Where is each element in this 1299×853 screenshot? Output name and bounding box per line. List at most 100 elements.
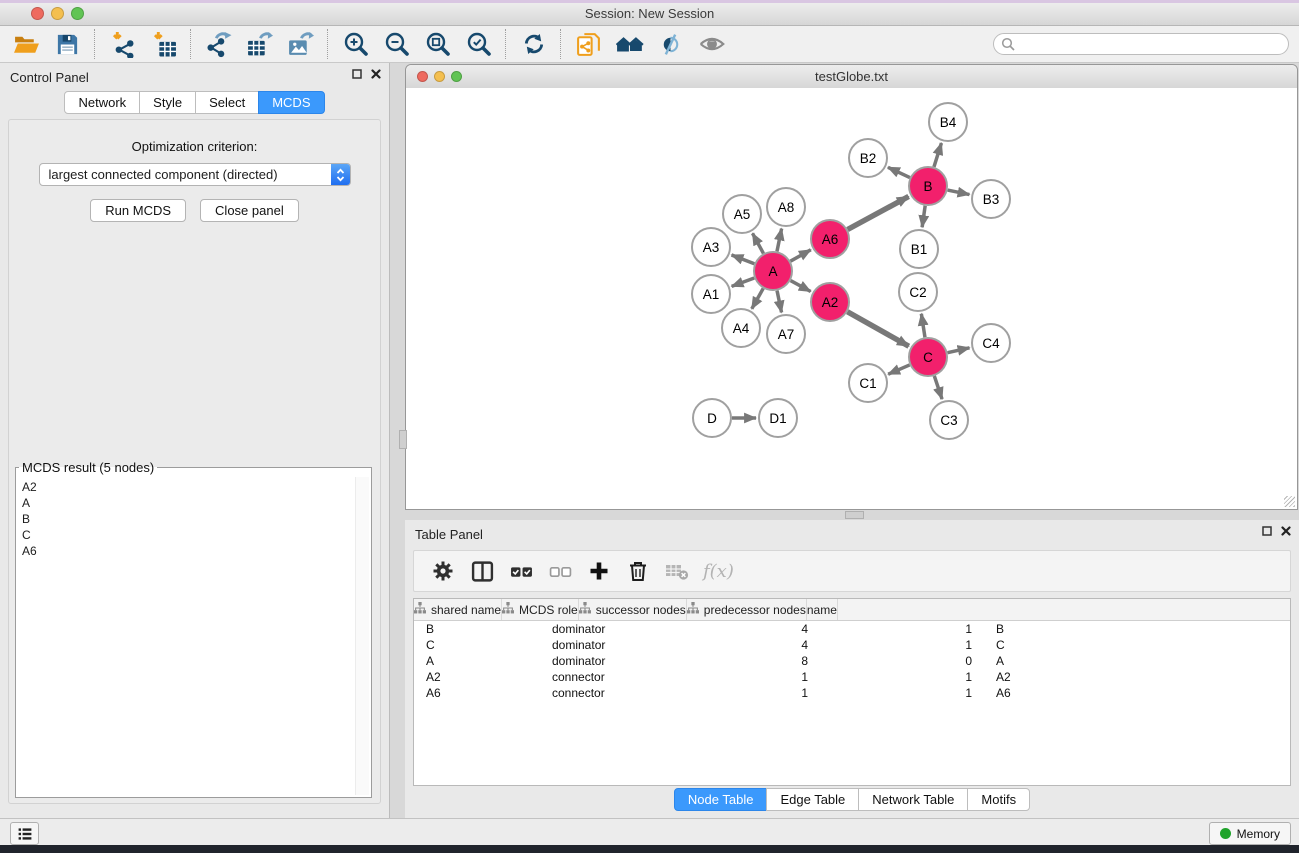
table-row[interactable]: A dominator 8 0 A [414,653,1290,669]
edge-C-C1[interactable] [888,365,909,374]
memory-label: Memory [1237,827,1280,841]
horizontal-splitter-handle[interactable] [845,511,864,519]
search-input[interactable] [993,33,1289,55]
edge-A-A1[interactable] [732,278,755,286]
edge-A-A6[interactable] [790,250,810,261]
column-header-label: MCDS role [519,603,578,617]
vertical-splitter-handle[interactable] [399,430,407,449]
mcds-result-list: A2ABCA6 [18,477,355,795]
save-session-button[interactable] [47,28,88,60]
edge-B-B4[interactable] [934,143,941,167]
export-network-icon [205,31,232,58]
column-header[interactable]: predecessor nodes [687,599,807,620]
cell-shared-name: C [414,638,544,652]
delete-column-button[interactable] [623,556,653,586]
column-header[interactable]: name [807,599,838,620]
zoom-out-icon [384,31,410,57]
export-network-button[interactable] [198,28,239,60]
table-row[interactable]: A2 connector 1 1 A2 [414,669,1290,685]
table-row[interactable]: B dominator 4 1 B [414,621,1290,637]
zoom-in-button[interactable] [335,28,376,60]
edge-B-B3[interactable] [948,190,970,195]
close-panel-button[interactable]: Close panel [200,199,299,222]
mcds-result-item[interactable]: A2 [22,479,351,495]
mcds-result-item[interactable]: A [22,495,351,511]
task-history-button[interactable] [10,822,39,845]
mcds-result-item[interactable]: B [22,511,351,527]
deselect-all-columns-button[interactable] [545,556,575,586]
table-row[interactable]: A6 connector 1 1 A6 [414,685,1290,701]
edge-B-B1[interactable] [922,206,925,227]
new-network-from-selection-button[interactable] [568,28,609,60]
edge-C-C2[interactable] [921,314,925,337]
gear-icon [432,560,454,582]
close-table-panel-icon[interactable] [1281,526,1291,536]
select-all-columns-button[interactable] [506,556,536,586]
edge-A-A4[interactable] [752,288,763,308]
import-network-button[interactable] [102,28,143,60]
export-image-button[interactable] [280,28,321,60]
edge-A2-C[interactable] [847,312,908,346]
window-resize-grip[interactable] [1284,496,1295,507]
control-panel-tab[interactable]: Network [64,91,140,114]
network-window-titlebar[interactable]: testGlobe.txt [406,65,1297,89]
column-layout-button[interactable] [467,556,497,586]
edge-A-A3[interactable] [732,255,755,264]
show-hide-style-button[interactable] [650,28,691,60]
column-header[interactable]: MCDS role [502,599,579,620]
close-panel-icon[interactable] [371,69,381,79]
function-builder-button[interactable]: f(x) [701,561,734,582]
toolbar-search [993,33,1289,55]
main-toolbar [0,26,1299,63]
column-header[interactable]: shared name [414,599,502,620]
cell-name: A2 [986,670,1070,684]
column-header[interactable]: successor nodes [579,599,687,620]
mcds-result-item[interactable]: C [22,527,351,543]
table-tab[interactable]: Motifs [967,788,1030,811]
control-panel-tab[interactable]: Style [139,91,196,114]
edge-A-A2[interactable] [791,281,811,292]
table-tab[interactable]: Edge Table [766,788,859,811]
delete-table-button[interactable] [662,556,692,586]
zoom-selected-button[interactable] [458,28,499,60]
result-scrollbar[interactable] [355,477,369,795]
toolbar-separator [190,29,192,59]
control-panel-tab[interactable]: Select [195,91,259,114]
float-panel-icon[interactable] [352,69,362,79]
export-table-button[interactable] [239,28,280,60]
table-settings-button[interactable] [428,556,458,586]
run-mcds-button[interactable]: Run MCDS [90,199,186,222]
edge-B-B2[interactable] [888,167,910,177]
export-image-icon [287,31,314,58]
table-row[interactable]: C dominator 4 1 C [414,637,1290,653]
mcds-result-item[interactable]: A6 [22,543,351,559]
reset-view-button[interactable] [609,28,650,60]
refresh-button[interactable] [513,28,554,60]
control-panel-tab[interactable]: MCDS [258,91,324,114]
create-column-button[interactable] [584,556,614,586]
edge-A-A5[interactable] [753,233,764,253]
optimization-criterion-select[interactable]: largest connected component (directed) [39,163,351,186]
table-tab[interactable]: Network Table [858,788,968,811]
edge-A6-B[interactable] [848,196,909,229]
float-table-panel-icon[interactable] [1262,526,1272,536]
import-table-button[interactable] [143,28,184,60]
edge-C-C3[interactable] [934,376,942,399]
list-icon [17,826,33,842]
edge-A-A7[interactable] [777,291,782,313]
zoom-fit-button[interactable] [417,28,458,60]
edge-C-C4[interactable] [948,348,970,353]
table-toolbar: f(x) [413,550,1291,592]
node-label-D: D [707,411,717,426]
zoom-out-button[interactable] [376,28,417,60]
edge-A-A8[interactable] [777,229,782,252]
columns-icon [471,560,494,583]
table-tab[interactable]: Node Table [674,788,768,811]
network-canvas[interactable]: B4B2BB3A8A5A6A3B1AC2A1A2A4A7C4CC1DC3D1 [406,88,1297,509]
cell-mcds-role: dominator [544,654,666,668]
show-hide-view-button[interactable] [691,28,732,60]
cell-name: A6 [986,686,1070,700]
node-label-A1: A1 [703,287,720,302]
open-session-button[interactable] [6,28,47,60]
memory-button[interactable]: Memory [1209,822,1291,845]
